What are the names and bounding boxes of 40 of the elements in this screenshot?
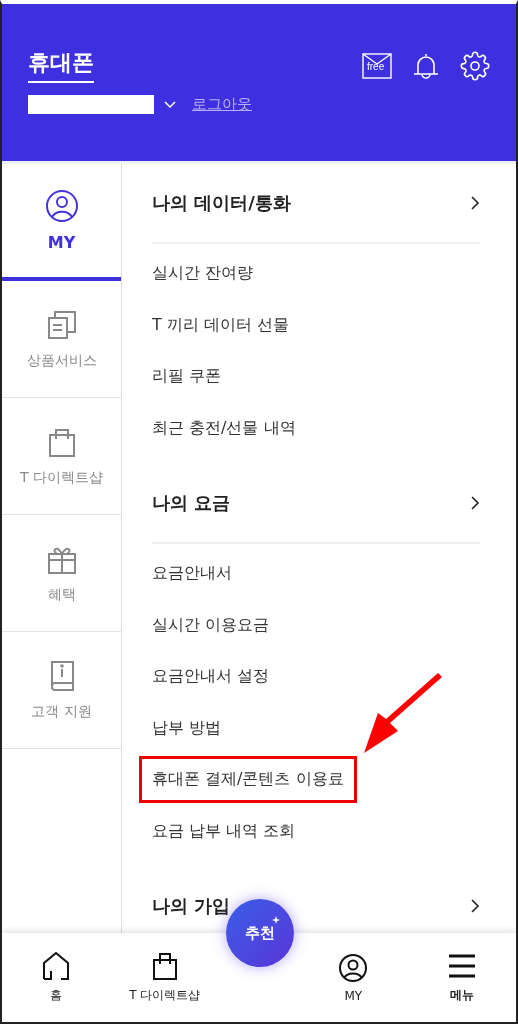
sidebar-label: MY [47,233,76,252]
user-icon [44,189,79,223]
menu-item[interactable]: 휴대폰 결제/콘텐츠 이용료 [139,756,357,804]
menu-item[interactable]: 요금안내서 설정 [152,660,270,694]
sidebar-tab[interactable]: T 다이렉트샵 [2,398,121,515]
chevron-down-icon[interactable] [163,99,177,110]
notification-bell-icon[interactable] [412,51,440,80]
nav-tab[interactable]: T 다이렉트샵 [121,951,208,1004]
sidebar-label: 혜택 [47,586,76,604]
menu-item[interactable]: T 끼리 데이터 선물 [152,308,290,342]
user-icon [338,952,369,983]
menu-item[interactable]: 요금 납부 내역 조회 [152,814,296,848]
chevron-right-icon [470,495,480,511]
sidebar-tab[interactable]: 상품서비스 [2,281,121,398]
nav-tab[interactable]: 홈 [13,951,100,1004]
sidebar-label: 상품서비스 [26,352,97,370]
menu-item[interactable]: 요금안내서 [152,557,232,591]
sparkle-icon [272,916,280,924]
settings-icon[interactable] [460,50,490,81]
menu-item[interactable]: 납부 방법 [152,711,222,745]
section-header[interactable]: 나의 요금 [152,464,480,544]
sidebar-tab[interactable]: 혜택 [2,515,121,632]
home-icon [41,951,72,981]
chevron-right-icon [470,195,480,211]
section-header[interactable]: 나의 데이터/통화 [152,164,480,244]
mail-icon[interactable] [362,52,392,79]
nav-tab[interactable]: MY [310,952,397,1003]
menu-item[interactable]: 실시간 이용요금 [152,608,270,642]
page-title[interactable]: 휴대폰 [28,48,94,83]
menu-item[interactable]: 실시간 잔여량 [152,257,254,291]
sidebar-label: 고객 지원 [31,703,92,721]
sidebar-tab[interactable]: MY [2,164,121,281]
nav-tab[interactable]: 메뉴 [418,951,505,1004]
logout-link[interactable]: 로그아웃 [192,95,252,114]
menu-item[interactable]: 리필 쿠폰 [152,360,222,394]
menu-item[interactable]: 최근 충전/선물 내역 [152,411,296,445]
free-label: free [367,60,385,72]
sidebar-tab[interactable]: 고객 지원 [2,632,121,749]
chevron-right-icon [470,898,480,914]
sidebar-label: T 다이렉트샵 [20,469,103,487]
